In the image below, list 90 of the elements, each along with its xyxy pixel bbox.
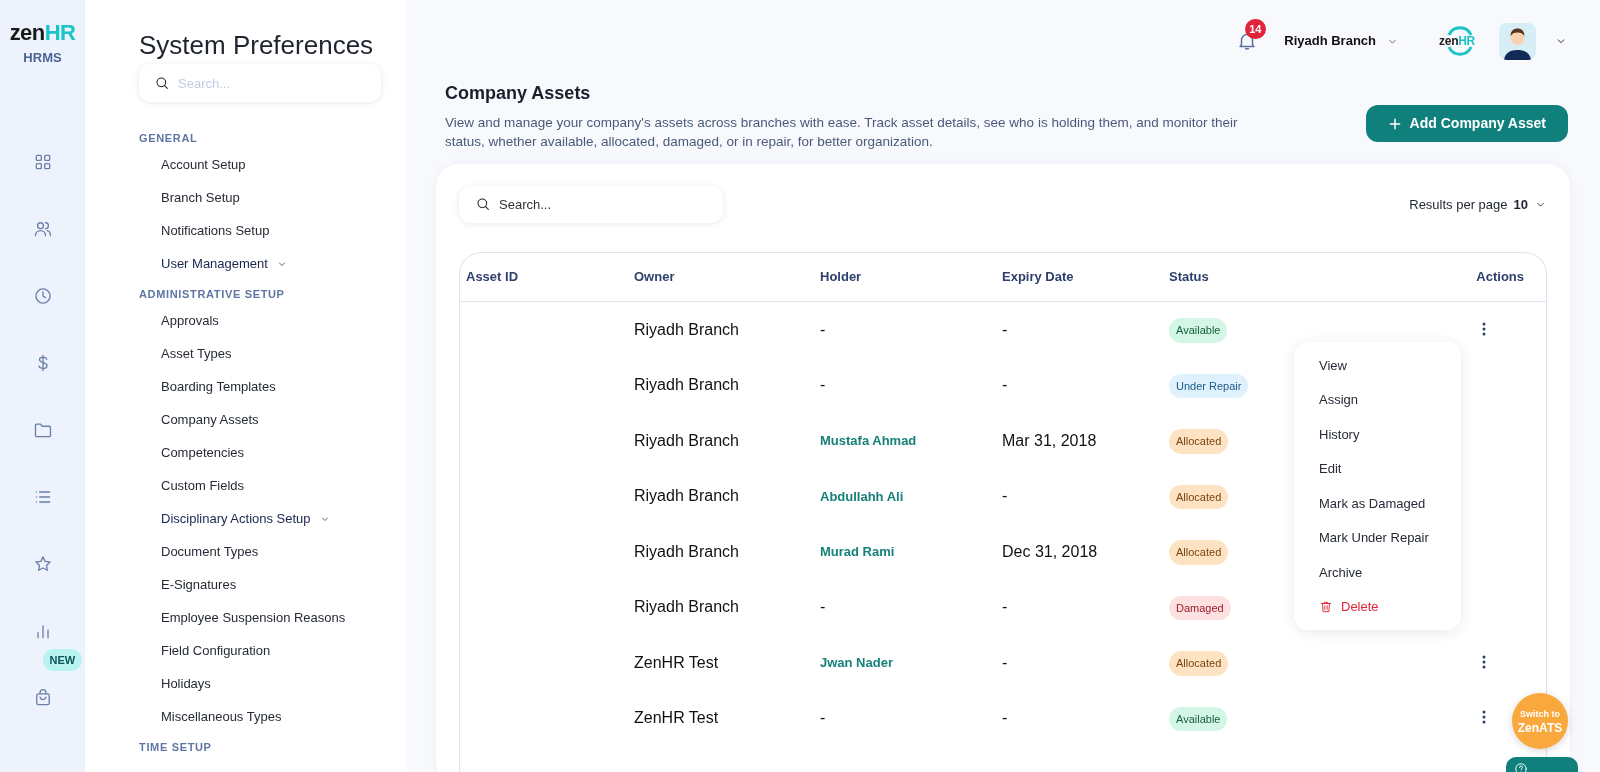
table-cell-text: Dec 31, 2018 <box>1002 541 1099 562</box>
table-cell-text: Riyadh Branch <box>634 486 740 507</box>
settings-link[interactable]: Company Assets <box>139 403 387 436</box>
table-cell-text: ZenHR Test <box>634 652 720 673</box>
settings-link[interactable]: Custom Fields <box>139 469 387 502</box>
settings-link[interactable]: User Management <box>139 247 387 280</box>
plus-icon <box>1387 116 1402 131</box>
table-cell-text: Riyadh Branch <box>634 430 740 451</box>
column-header: Asset ID <box>465 268 520 287</box>
settings-link[interactable]: Account Setup <box>139 148 387 181</box>
table-cell-text: Riyadh Branch <box>634 319 740 340</box>
status-badge: Allocated <box>1169 540 1229 565</box>
section-heading: GENERAL <box>139 131 199 146</box>
menu-item[interactable]: Assign <box>1294 382 1461 417</box>
table-cell-text: Mar 31, 2018 <box>1002 430 1098 451</box>
settings-link[interactable]: Employee Suspension Reasons <box>139 601 387 634</box>
logo: zenHR <box>9 22 76 44</box>
table-cell-text: - <box>1002 486 1009 507</box>
branch-dropdown[interactable]: Riyadh Branch <box>1284 31 1399 51</box>
product-name: HRMS <box>23 49 62 67</box>
add-asset-button[interactable]: Add Company Asset <box>1365 105 1568 142</box>
notification-badge: 14 <box>1245 19 1266 39</box>
search-icon <box>154 75 170 91</box>
settings-link[interactable]: Document Types <box>139 535 387 568</box>
settings-link[interactable]: E-Signatures <box>139 568 387 601</box>
table-cell-text: Riyadh Branch <box>634 541 740 562</box>
holder-link[interactable]: Mustafa Ahmad <box>820 431 1002 451</box>
status-badge: Damaged <box>1169 595 1231 620</box>
avatar[interactable] <box>1499 22 1536 60</box>
section-heading: TIME SETUP <box>139 740 213 755</box>
menu-item[interactable]: Mark Under Repair <box>1294 520 1461 555</box>
settings-link[interactable]: Competencies <box>139 436 387 469</box>
more-vertical-icon[interactable] <box>1482 321 1486 336</box>
menu-item[interactable]: Mark as Damaged <box>1294 486 1461 521</box>
search-icon <box>475 196 491 212</box>
table-cell-text: - <box>820 597 827 618</box>
menu-item[interactable]: Delete <box>1294 589 1461 624</box>
panel-title: System Preferences <box>139 30 375 60</box>
status-badge: Under Repair <box>1169 373 1249 398</box>
settings-link[interactable]: Miscellaneous Types <box>139 700 387 733</box>
search-field[interactable]: Search... <box>459 186 723 223</box>
page-title: Company Assets <box>445 82 592 104</box>
menu-item[interactable]: View <box>1294 348 1461 383</box>
holder-link[interactable]: Murad Rami <box>820 542 1002 562</box>
menu-item[interactable]: Edit <box>1294 451 1461 486</box>
settings-link[interactable]: Boarding Templates <box>139 370 387 403</box>
results-per-page-dropdown[interactable]: 10 <box>1513 194 1547 215</box>
search-field[interactable]: Search... <box>139 64 381 102</box>
table-cell-text: - <box>820 319 827 340</box>
table-cell-text: ZenHR Test <box>634 708 720 729</box>
trash-icon <box>1319 599 1333 614</box>
company-logo: zenHR <box>1435 26 1479 56</box>
table-cell-text: Riyadh Branch <box>634 597 740 618</box>
section-heading: ADMINISTRATIVE SETUP <box>139 287 286 302</box>
settings-link[interactable]: Notifications Setup <box>139 214 387 247</box>
settings-link[interactable]: Disciplinary Actions Setup <box>139 502 387 535</box>
table-cell-text: - <box>820 375 827 396</box>
settings-link[interactable]: Approvals <box>139 304 387 337</box>
column-header: Owner <box>634 268 676 287</box>
column-header: Status <box>1169 268 1210 287</box>
more-vertical-icon[interactable] <box>1482 710 1486 725</box>
settings-link[interactable]: Holidays <box>139 667 387 700</box>
help-icon <box>1514 762 1528 772</box>
table-cell-text: - <box>1002 652 1009 673</box>
status-badge: Allocated <box>1169 484 1229 509</box>
table-cell-text: - <box>1002 708 1009 729</box>
results-per-page-label: Results per page <box>1409 195 1508 214</box>
column-header: Expiry Date <box>1002 268 1075 287</box>
menu-item[interactable]: History <box>1294 417 1461 452</box>
table-cell-text: Riyadh Branch <box>634 375 740 396</box>
holder-link[interactable]: Jwan Nader <box>820 653 1002 673</box>
column-header: Holder <box>820 268 863 287</box>
more-vertical-icon[interactable] <box>1482 654 1486 669</box>
page-description: View and manage your company's assets across branches with ease. Track asset details, see who is holding them, and monitor their status, whether available, allocated, damaged, or in repair, for better organization. <box>445 114 1239 151</box>
status-badge: Available <box>1169 706 1228 731</box>
table-cell-text: - <box>1002 319 1009 340</box>
holder-link[interactable]: Abdullahh Ali <box>820 486 1002 506</box>
table-cell-text: - <box>1002 597 1009 618</box>
table-cell-text: - <box>1002 375 1009 396</box>
settings-link[interactable]: Field Configuration <box>139 634 387 667</box>
column-header: Actions <box>1475 268 1525 287</box>
clock-icon[interactable] <box>32 285 53 306</box>
status-badge: Available <box>1169 318 1228 343</box>
status-badge: Allocated <box>1169 429 1229 454</box>
new-badge: NEW <box>42 648 83 671</box>
settings-link[interactable]: Branch Setup <box>139 181 387 214</box>
menu-item[interactable]: Archive <box>1294 555 1461 590</box>
table-cell-text: - <box>820 708 827 729</box>
settings-link[interactable]: Asset Types <box>139 337 387 370</box>
status-badge: Allocated <box>1169 651 1229 676</box>
